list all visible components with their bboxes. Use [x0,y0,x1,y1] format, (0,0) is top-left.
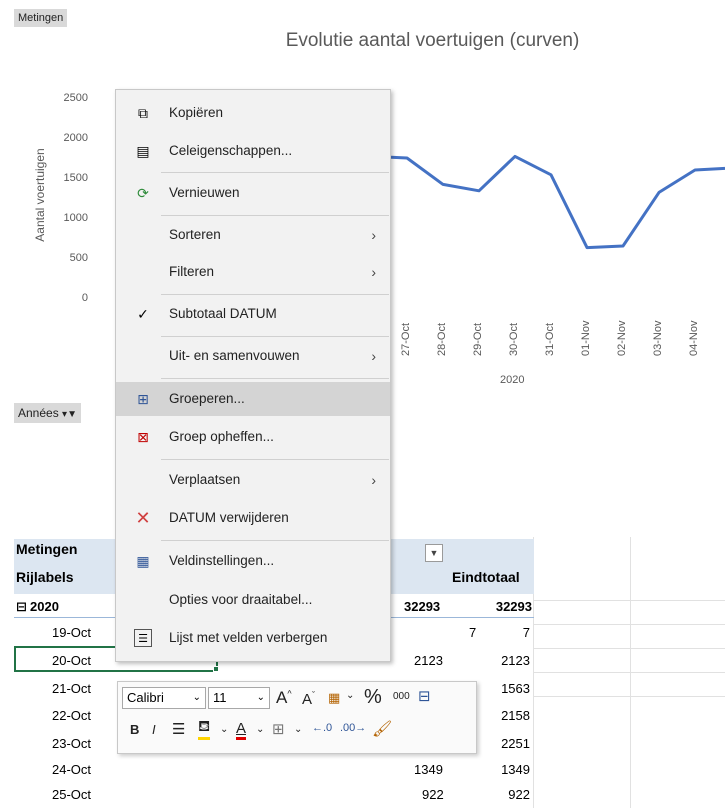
pivot-group-value: 32293 [404,599,441,614]
x-tick: 29-Oct [472,322,484,356]
filter-icon: ▾▼ [62,409,77,420]
context-menu: ⧉ Kopiëren ▤ Celeigenschappen... ⟳ Verni… [115,89,391,662]
x-tick: 31-Oct [544,322,556,356]
column-filter-dropdown[interactable]: ▼ [425,544,443,562]
menu-item-ungroup[interactable]: ⊠ Groep opheffen... [116,420,390,454]
chevron-down-icon: ⌄ [192,692,201,703]
menu-item-sort[interactable]: Sorteren › [116,218,390,252]
x-group-label: 2020 [500,374,525,386]
font-color-icon[interactable]: A [236,720,247,740]
cell-style-icon[interactable]: ▦ [328,690,340,706]
decrease-font-icon[interactable]: Aˇ [302,690,315,708]
chevron-down-icon[interactable]: ⌄ [256,724,264,735]
font-name-box[interactable]: Calibri ⌄ [122,687,206,709]
table-row[interactable]: 25-Oct 922 922 [14,784,534,806]
close-icon: ✕ [135,508,151,528]
chevron-right-icon: › [371,264,376,280]
series-line [390,154,725,250]
pivot-group-total: 32293 [495,599,532,614]
chevron-down-icon: ⌄ [256,692,265,703]
italic-button[interactable]: I [152,722,156,737]
menu-item-cell-properties[interactable]: ▤ Celeigenschappen... [116,134,390,168]
increase-font-icon[interactable]: A^ [276,688,292,708]
field-list-icon: ☰ [134,629,152,647]
x-tick: 30-Oct [508,322,520,356]
x-tick: 02-Nov [616,320,628,356]
annees-filter-button[interactable]: Années ▾▼ [14,403,81,423]
x-tick: 28-Oct [436,322,448,356]
increase-decimal-icon[interactable]: ←.0 [312,722,332,734]
fill-handle[interactable] [213,666,219,672]
thousands-button[interactable]: 000 [393,691,410,702]
collapse-icon[interactable]: ⊟ [16,596,27,618]
font-size-box[interactable]: 11 ⌄ [208,687,270,709]
menu-item-pivot-options[interactable]: Opties voor draaitabel... [116,583,390,617]
x-tick: 01-Nov [580,320,592,356]
chevron-right-icon: › [371,227,376,243]
menu-item-field-settings[interactable]: ▦ Veldinstellingen... [116,544,390,578]
chevron-down-icon[interactable]: ⌄ [220,724,228,735]
ungroup-icon: ⊠ [137,429,149,445]
menu-item-filter[interactable]: Filteren › [116,255,390,289]
chevron-down-icon[interactable]: ⌄ [346,690,354,701]
percent-button[interactable]: % [364,686,382,709]
menu-item-move[interactable]: Verplaatsen › [116,463,390,497]
x-tick: 27-Oct [400,322,412,356]
pivot-col-total: Eindtotaal [452,569,520,585]
properties-icon: ▤ [136,143,150,159]
refresh-icon: ⟳ [137,185,149,201]
menu-item-group[interactable]: ⊞ Groeperen... [116,382,390,416]
pivot-header-values: Metingen [16,541,78,557]
x-tick: 03-Nov [652,320,664,356]
chevron-right-icon: › [371,472,376,488]
pivot-group-label: 2020 [30,599,59,614]
menu-item-remove-field[interactable]: ✕ DATUM verwijderen [116,501,390,535]
menu-item-refresh[interactable]: ⟳ Vernieuwen [116,176,390,210]
annees-label: Années [18,406,59,420]
fill-color-icon[interactable]: ⛾ [198,718,211,740]
mini-toolbar: Calibri ⌄ 11 ⌄ A^ Aˇ ▦ ⌄ % 000 ⊟ B I ☰ ⛾… [117,681,477,754]
chevron-down-icon: ▼ [429,548,439,558]
menu-item-expand-collapse[interactable]: Uit- en samenvouwen › [116,339,390,373]
merge-icon[interactable]: ⊟ [418,687,431,705]
decrease-decimal-icon[interactable]: .00→ [340,722,366,734]
align-center-icon[interactable]: ☰ [172,720,185,738]
format-painter-icon[interactable]: 🖌 [372,719,392,739]
menu-item-copy[interactable]: ⧉ Kopiëren [116,96,390,130]
menu-item-hide-field-list[interactable]: ☰ Lijst met velden verbergen [116,621,390,655]
pivot-row-labels: Rijlabels [16,569,74,585]
group-icon: ⊞ [137,391,149,407]
copy-icon: ⧉ [138,105,148,121]
borders-icon[interactable]: ⊞ [272,720,285,738]
chevron-down-icon[interactable]: ⌄ [294,724,302,735]
field-settings-icon: ▦ [136,553,150,569]
bold-button[interactable]: B [130,722,139,737]
x-tick: 04-Nov [688,320,700,356]
checkmark-icon: ✓ [137,306,149,322]
chevron-right-icon: › [371,348,376,364]
menu-item-subtotal[interactable]: ✓ Subtotaal DATUM [116,297,390,331]
table-row[interactable]: 24-Oct 1349 1349 [14,759,534,781]
